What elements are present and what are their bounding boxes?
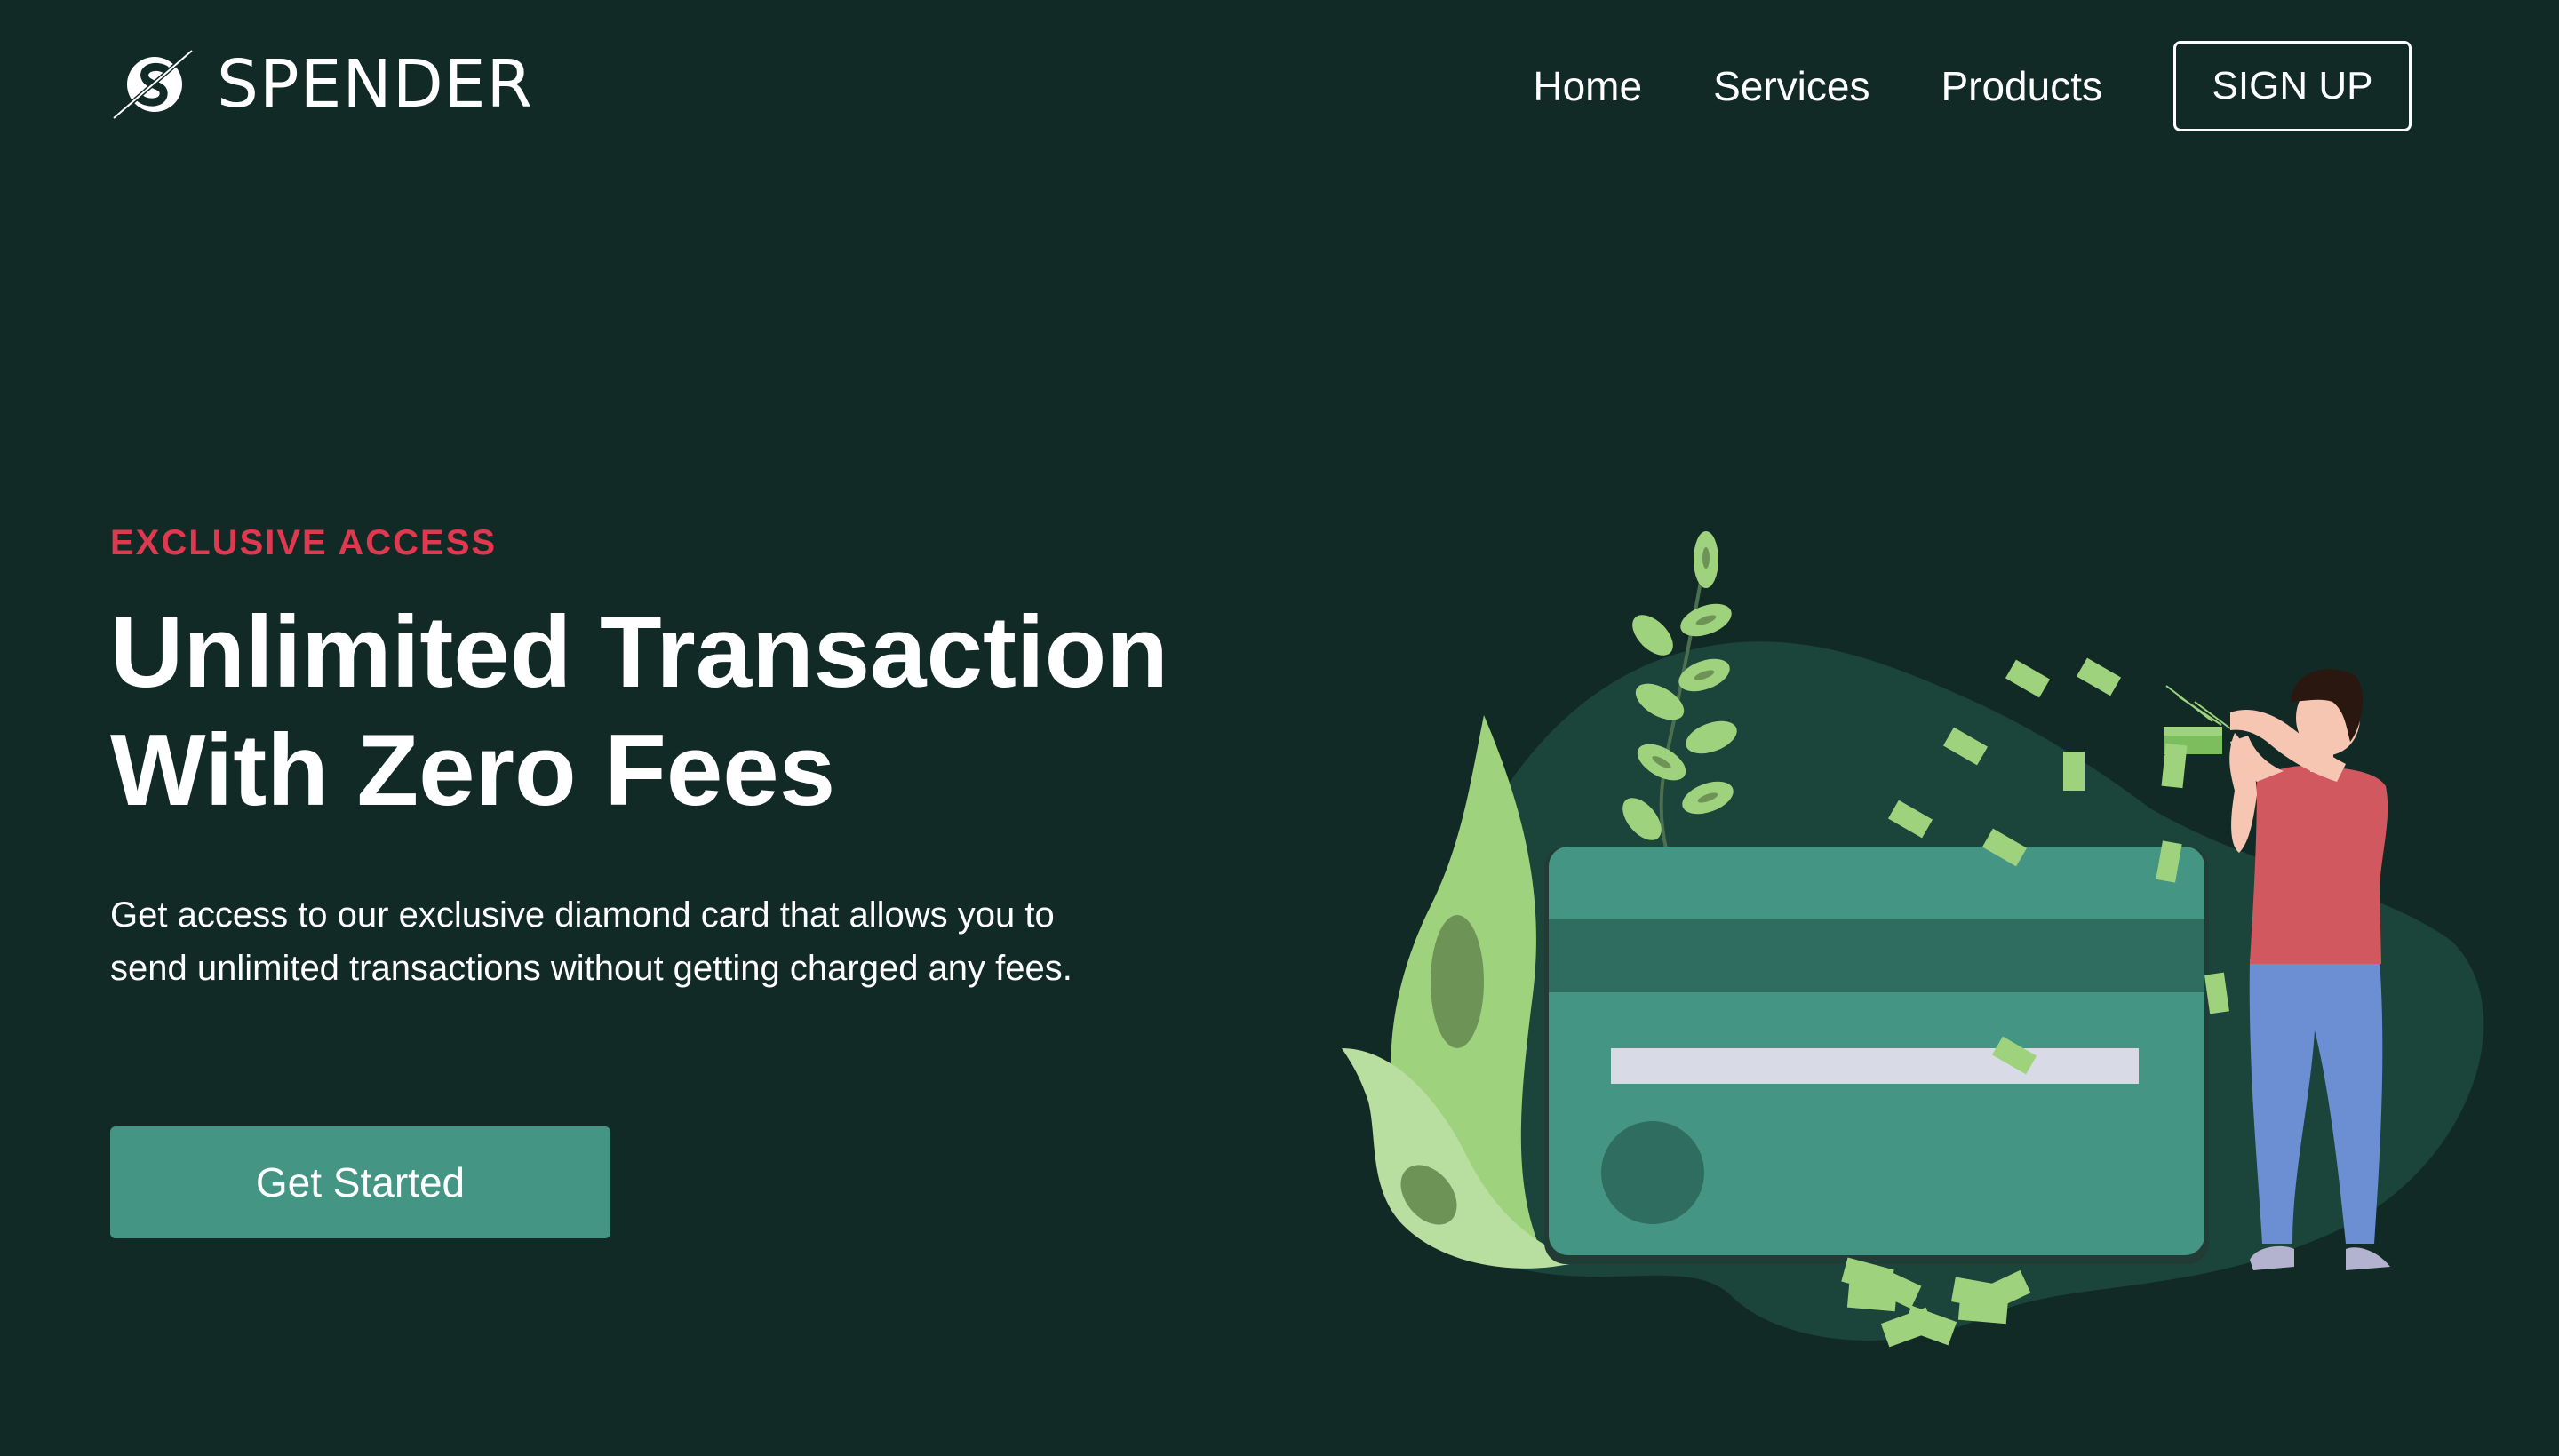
navbar: SPENDER Home Services Products SIGN UP <box>0 0 2559 169</box>
person-with-credit-card-illustration <box>1342 531 2484 1348</box>
card-chip <box>1601 1121 1704 1224</box>
hero-description: Get access to our exclusive diamond card… <box>110 895 1072 988</box>
hero-headline-line-1: Unlimited Transaction <box>110 596 1168 709</box>
vine-leaf <box>1632 615 1673 656</box>
vine-leaf-vein <box>1702 547 1710 569</box>
hero-headline-line-2: With Zero Fees <box>110 714 836 827</box>
hero-headline: Unlimited Transaction With Zero Fees <box>110 593 1265 830</box>
hero-eyebrow: EXCLUSIVE ACCESS <box>110 523 498 562</box>
nav-link-home[interactable]: Home <box>1533 66 1642 107</box>
get-started-button[interactable]: Get Started <box>110 1126 610 1238</box>
nav-link-products[interactable]: Products <box>1941 66 2102 107</box>
signup-button[interactable]: SIGN UP <box>2173 41 2412 131</box>
credit-card <box>1544 847 2209 1264</box>
hero-illustration <box>1315 515 2506 1386</box>
landing-page: SPENDER Home Services Products SIGN UP E… <box>0 0 2559 1456</box>
nav-links: Home Services Products SIGN UP <box>1533 41 2412 131</box>
spender-logo-icon <box>110 47 195 122</box>
nav-link-services[interactable]: Services <box>1713 66 1869 107</box>
right-shoe <box>2346 1247 2390 1270</box>
card-magnetic-stripe <box>1549 919 2204 992</box>
card-signature-strip <box>1611 1048 2139 1084</box>
brand[interactable]: SPENDER <box>110 44 533 124</box>
brand-name: SPENDER <box>217 46 533 123</box>
big-leaf-spot <box>1431 915 1484 1048</box>
